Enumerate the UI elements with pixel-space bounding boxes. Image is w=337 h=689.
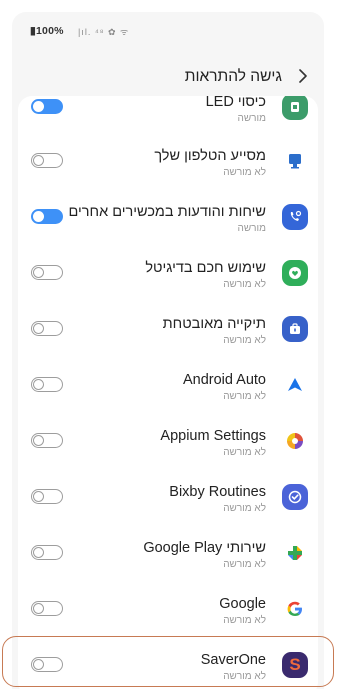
app-name: Android Auto: [182, 372, 266, 388]
app-name: שיחות והודעות במכשירים אחרים: [68, 204, 266, 220]
app-name: כיסוי LED: [205, 96, 266, 110]
screen: ▮100% |ıl. ⁴⁸ ✿ ᯤ גישה להתראות כיסוי LED…: [12, 12, 324, 689]
permission-toggle[interactable]: [31, 321, 63, 336]
digital-wellbeing-icon: [282, 260, 308, 286]
list-item-google[interactable]: Google לא מורשה: [18, 580, 318, 636]
permission-toggle[interactable]: [31, 99, 63, 114]
list-item-appium-settings[interactable]: Appium Settings לא מורשה: [18, 412, 318, 468]
permission-status: לא מורשה: [223, 671, 266, 682]
permission-status: לא מורשה: [223, 503, 266, 514]
list-item-bixby-routines[interactable]: Bixby Routines לא מורשה: [18, 468, 318, 524]
bixby-routines-icon: [282, 484, 308, 510]
permission-toggle[interactable]: [31, 545, 63, 560]
permission-status: לא מורשה: [223, 615, 266, 626]
permission-toggle[interactable]: [31, 153, 63, 168]
permission-toggle[interactable]: [31, 489, 63, 504]
app-name: תיקייה מאובטחת: [162, 316, 266, 332]
permission-toggle[interactable]: [31, 601, 63, 616]
appium-icon: [282, 428, 308, 454]
list-item-call-messages[interactable]: שיחות והודעות במכשירים אחרים מורשה: [18, 188, 318, 244]
google-icon: [282, 596, 308, 622]
back-button[interactable]: [292, 65, 314, 87]
permission-status: לא מורשה: [223, 279, 266, 290]
app-name: SaverOne: [200, 652, 266, 668]
list-item-secure-folder[interactable]: תיקייה מאובטחת לא מורשה: [18, 300, 318, 356]
permission-toggle[interactable]: [31, 265, 63, 280]
permission-status: מורשה: [237, 113, 266, 124]
saverone-icon: S: [282, 652, 308, 678]
permission-toggle[interactable]: [31, 377, 63, 392]
app-name: Bixby Routines: [169, 484, 266, 500]
led-cover-icon: [282, 96, 308, 120]
app-name: Appium Settings: [160, 428, 266, 444]
list-item-android-auto[interactable]: Android Auto לא מורשה: [18, 356, 318, 412]
permission-toggle[interactable]: [31, 433, 63, 448]
signal-icons: |ıl. ⁴⁸ ✿ ᯤ: [78, 27, 130, 37]
permission-status: לא מורשה: [223, 559, 266, 570]
permission-status: לא מורשה: [223, 335, 266, 346]
phone-assistant-icon: [282, 148, 308, 174]
list-item-phone-assistant[interactable]: מסייע הטלפון שלך לא מורשה: [18, 132, 318, 188]
google-play-services-icon: [282, 540, 308, 566]
list-item-saverone[interactable]: SaverOne לא מורשה S: [18, 636, 318, 689]
status-bar: ▮100% |ıl. ⁴⁸ ✿ ᯤ: [12, 12, 324, 48]
permission-status: מורשה: [237, 223, 266, 234]
permission-status: לא מורשה: [223, 167, 266, 178]
app-name: Google: [219, 596, 266, 612]
android-auto-icon: [282, 372, 308, 398]
list-item-led-cover[interactable]: כיסוי LED מורשה: [18, 96, 318, 134]
page-title: גישה להתראות: [184, 68, 282, 85]
permission-toggle[interactable]: [31, 209, 63, 224]
permission-status: לא מורשה: [223, 447, 266, 458]
chevron-right-icon: [299, 69, 307, 83]
battery-level: ▮100%: [30, 25, 64, 37]
apps-list: כיסוי LED מורשה מסייע הטלפון שלך לא מורש…: [18, 96, 318, 689]
header: גישה להתראות: [12, 48, 324, 98]
call-message-continuity-icon: [282, 204, 308, 230]
app-name: מסייע הטלפון שלך: [154, 148, 266, 164]
permission-status: לא מורשה: [223, 391, 266, 402]
list-item-digital-wellbeing[interactable]: שימוש חכם בדיגיטל לא מורשה: [18, 244, 318, 300]
list-item-google-play-services[interactable]: שירותי Google Play לא מורשה: [18, 524, 318, 580]
app-name: שירותי Google Play: [143, 540, 266, 556]
secure-folder-icon: [282, 316, 308, 342]
permission-toggle[interactable]: [31, 657, 63, 672]
app-name: שימוש חכם בדיגיטל: [145, 260, 266, 276]
